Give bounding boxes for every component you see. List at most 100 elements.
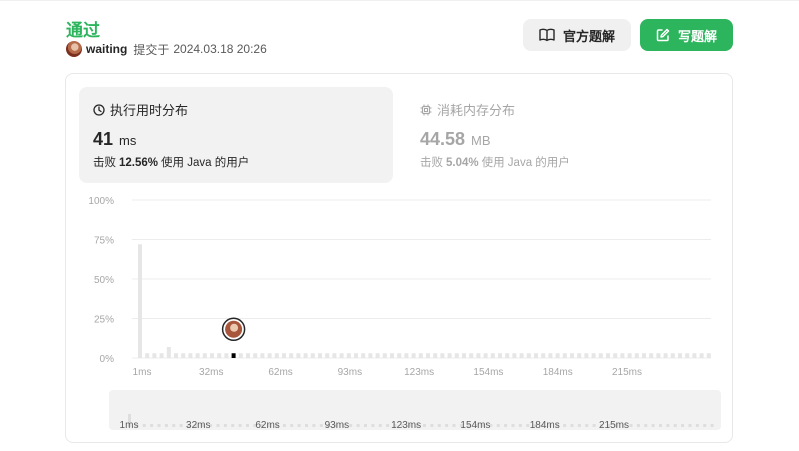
username-link[interactable]: waiting	[86, 42, 127, 56]
distribution-bar[interactable]	[188, 353, 193, 358]
distribution-bar[interactable]	[570, 353, 574, 358]
distribution-bar[interactable]	[454, 353, 459, 358]
distribution-bar[interactable]	[706, 353, 711, 358]
distribution-bar[interactable]	[210, 353, 214, 358]
distribution-bar[interactable]	[368, 353, 373, 358]
distribution-bar[interactable]	[548, 353, 553, 358]
runtime-beat: 击败 12.56% 使用 Java 的用户	[93, 154, 249, 170]
distribution-bar[interactable]	[512, 353, 517, 358]
distribution-bar[interactable]	[541, 353, 546, 358]
distribution-bar[interactable]	[498, 353, 502, 358]
distribution-bar[interactable]	[562, 353, 567, 358]
distribution-bar[interactable]	[685, 353, 690, 358]
distribution-bar[interactable]	[181, 353, 186, 358]
distribution-bar[interactable]	[426, 353, 430, 358]
runtime-title: 执行用时分布	[93, 100, 188, 119]
distribution-bar[interactable]	[584, 353, 589, 358]
distribution-bar[interactable]	[462, 353, 466, 358]
distribution-bar[interactable]	[195, 353, 200, 358]
range-bar	[437, 424, 441, 427]
distribution-bar[interactable]	[138, 244, 142, 358]
distribution-bar[interactable]	[620, 353, 625, 358]
distribution-bar[interactable]	[152, 353, 157, 358]
distribution-bar[interactable]	[418, 353, 423, 358]
range-bar	[142, 424, 146, 427]
distribution-bar[interactable]	[346, 353, 351, 358]
distribution-bar[interactable]	[325, 353, 330, 358]
distribution-bar[interactable]	[469, 353, 474, 358]
range-bar	[445, 424, 449, 427]
distribution-bar[interactable]	[476, 353, 481, 358]
current-submission-bar[interactable]	[231, 353, 236, 358]
distribution-bar[interactable]	[642, 353, 646, 358]
distribution-bar[interactable]	[634, 353, 639, 358]
distribution-bar[interactable]	[246, 353, 250, 358]
distribution-bar[interactable]	[483, 353, 488, 358]
range-slider-track[interactable]: 1ms 32ms 62ms 93ms 123ms 154ms 184ms 215ms	[109, 390, 721, 431]
y-tick-label: 0%	[100, 354, 115, 365]
distribution-bar[interactable]	[361, 353, 366, 358]
runtime-tab[interactable]: 执行用时分布 41 ms 击败 12.56% 使用 Java 的用户	[79, 87, 393, 183]
distribution-bar[interactable]	[253, 353, 258, 358]
distribution-bar[interactable]	[282, 353, 286, 358]
official-solution-button[interactable]: 官方题解	[523, 19, 631, 51]
distribution-bar[interactable]	[505, 353, 510, 358]
distribution-bar[interactable]	[303, 353, 308, 358]
distribution-bar[interactable]	[534, 353, 538, 358]
distribution-bar[interactable]	[267, 353, 272, 358]
distribution-bar[interactable]	[390, 353, 394, 358]
distribution-bar[interactable]	[159, 353, 164, 358]
distribution-bar[interactable]	[577, 353, 582, 358]
distribution-bar[interactable]	[289, 353, 294, 358]
distribution-bar[interactable]	[238, 353, 243, 358]
distribution-bar[interactable]	[404, 353, 409, 358]
distribution-bar[interactable]	[555, 353, 560, 358]
distribution-bar[interactable]	[224, 353, 229, 358]
range-bar	[150, 424, 154, 427]
distribution-bar[interactable]	[217, 353, 222, 358]
distribution-bar[interactable]	[627, 353, 632, 358]
distribution-bar[interactable]	[678, 353, 682, 358]
distribution-bar[interactable]	[613, 353, 618, 358]
write-solution-button[interactable]: 写题解	[640, 19, 733, 51]
range-bar	[282, 424, 286, 427]
distribution-bar[interactable]	[598, 353, 603, 358]
distribution-bar[interactable]	[490, 353, 495, 358]
distribution-bar[interactable]	[656, 353, 661, 358]
avatar[interactable]	[66, 41, 82, 57]
distribution-bar[interactable]	[174, 353, 178, 358]
distribution-bar[interactable]	[382, 353, 387, 358]
distribution-bar[interactable]	[375, 353, 380, 358]
distribution-bar[interactable]	[663, 353, 668, 358]
memory-value-row: 44.58 MB	[420, 129, 491, 150]
distribution-bar[interactable]	[397, 353, 402, 358]
distribution-bar[interactable]	[274, 353, 279, 358]
distribution-bar[interactable]	[433, 353, 438, 358]
distribution-bar[interactable]	[440, 353, 445, 358]
distribution-bar[interactable]	[166, 346, 171, 358]
distribution-bar[interactable]	[202, 353, 207, 358]
range-slider[interactable]: 1ms 32ms 62ms 93ms 123ms 154ms 184ms 215ms	[109, 390, 721, 431]
distribution-bar[interactable]	[332, 353, 337, 358]
distribution-bar[interactable]	[699, 353, 704, 358]
distribution-bar[interactable]	[354, 353, 358, 358]
distribution-bar[interactable]	[318, 353, 322, 358]
distribution-bar[interactable]	[519, 353, 524, 358]
distribution-bar[interactable]	[670, 353, 675, 358]
distribution-bar[interactable]	[339, 353, 344, 358]
distribution-bar[interactable]	[526, 353, 531, 358]
distribution-bar[interactable]	[606, 353, 610, 358]
range-bar	[688, 424, 692, 427]
distribution-bar[interactable]	[310, 353, 315, 358]
distribution-bar[interactable]	[447, 353, 452, 358]
distribution-bar[interactable]	[692, 353, 697, 358]
distribution-bar[interactable]	[591, 353, 596, 358]
distribution-bar[interactable]	[145, 353, 150, 358]
range-tick-label: 154ms	[460, 420, 490, 430]
memory-tab[interactable]: 消耗内存分布 44.58 MB 击败 5.04% 使用 Java 的用户	[406, 87, 720, 183]
range-bar	[305, 424, 308, 427]
distribution-bar[interactable]	[296, 353, 301, 358]
distribution-bar[interactable]	[649, 353, 654, 358]
distribution-bar[interactable]	[411, 353, 416, 358]
distribution-bar[interactable]	[260, 353, 265, 358]
